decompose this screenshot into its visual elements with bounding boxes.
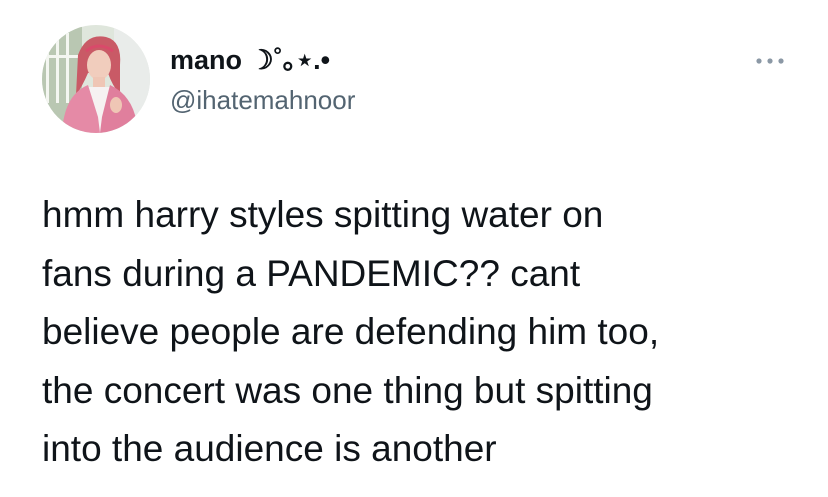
tweet-card: mano ☽˚｡⋆.• @ihatemahnoor hmm harry styl… bbox=[0, 0, 828, 497]
user-handle[interactable]: @ihatemahnoor bbox=[170, 84, 355, 116]
tweet-text: hmm harry styles spitting water on fans … bbox=[42, 194, 660, 469]
display-name[interactable]: mano ☽˚｡⋆.• bbox=[170, 44, 355, 76]
avatar[interactable] bbox=[42, 25, 150, 133]
user-identity: mano ☽˚｡⋆.• @ihatemahnoor bbox=[170, 44, 355, 116]
profile-photo-icon bbox=[42, 25, 150, 133]
more-options-icon[interactable] bbox=[754, 54, 786, 66]
